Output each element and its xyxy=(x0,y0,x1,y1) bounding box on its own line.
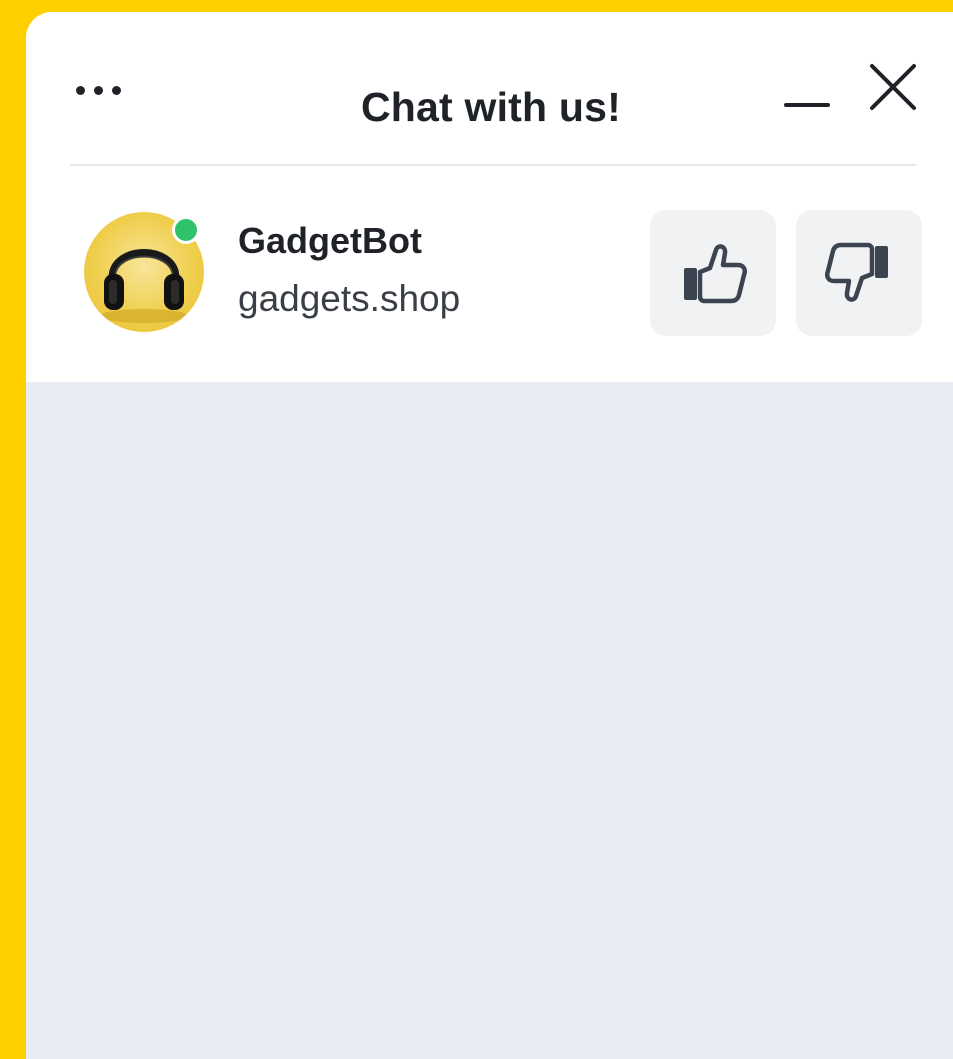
header-divider xyxy=(70,164,916,166)
messages-area[interactable] xyxy=(26,382,953,1059)
agent-name: GadgetBot xyxy=(238,220,422,261)
thumbs-up-icon xyxy=(684,244,747,304)
close-icon xyxy=(870,64,916,110)
close-button[interactable] xyxy=(862,56,924,118)
thumbs-down-icon xyxy=(825,242,888,302)
online-status-indicator xyxy=(172,216,200,244)
chat-header: Chat with us! GadgetBot gadgets.shop xyxy=(26,12,953,382)
chat-window: Chat with us! GadgetBot gadgets.shop xyxy=(26,12,953,1059)
thumbs-up-button[interactable] xyxy=(650,210,776,336)
thumbs-down-button[interactable] xyxy=(796,210,922,336)
page-background: Chat with us! GadgetBot gadgets.shop xyxy=(0,0,953,1059)
minimize-button[interactable] xyxy=(776,72,836,132)
agent-domain: gadgets.shop xyxy=(238,278,461,319)
minimize-icon xyxy=(784,103,830,107)
